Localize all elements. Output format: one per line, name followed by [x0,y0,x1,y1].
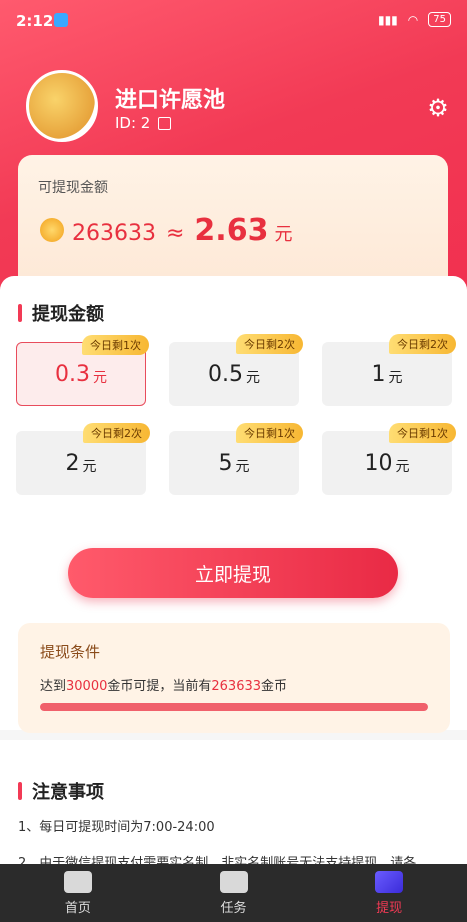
withdraw-option[interactable]: 1 元 今日剩2次 [322,334,456,406]
withdraw-now-button[interactable]: 立即提现 [68,548,398,598]
remaining-badge: 今日剩1次 [82,335,149,355]
status-bar: 2:12 ▮▮▮ ◠ 75 [0,0,467,40]
option-unit: 元 [93,370,107,386]
conditions-mid: 金币可提，当前有 [107,679,212,694]
remaining-badge: 今日剩2次 [83,423,150,443]
notes-section: 注意事项 1、每日可提现时间为7:00-24:00 2、由于微信提现支付需要实名… [0,740,467,871]
user-id-text: ID: 2 [115,114,151,132]
section-marker [18,304,22,322]
system-icons: ▮▮▮ ◠ 75 [378,12,451,27]
conditions-text: 达到30000金币可提，当前有263633金币 [40,675,287,694]
withdraw-option[interactable]: 10 元 今日剩1次 [322,423,456,495]
option-amount: 2 [65,450,80,476]
conditions-suffix: 金币 [261,679,288,694]
user-name: 进口许愿池 [115,88,226,113]
coin-icon [40,218,64,242]
withdraw-conditions-card: 提现条件 达到30000金币可提，当前有263633金币 [18,623,450,733]
tab-label: 任务 [220,900,247,916]
home-icon [63,870,92,893]
conditions-required: 30000 [66,679,108,694]
approx-sign: ≈ [165,221,185,246]
note-item: 1、每日可提现时间为7:00-24:00 [18,820,215,835]
copy-icon[interactable] [158,116,172,130]
remaining-badge: 今日剩2次 [236,334,303,354]
tab-home[interactable]: 首页 [0,864,156,922]
wifi-icon: ◠ [407,12,419,27]
conditions-progress [40,703,428,711]
notes-title-text: 注意事项 [32,782,104,803]
option-unit: 元 [82,459,97,475]
option-unit: 元 [235,459,250,475]
section-marker [18,782,22,800]
balance-card: 可提现金额 263633 ≈ 2.63 元 [18,155,448,290]
option-unit: 元 [388,370,403,386]
option-unit: 元 [246,370,260,386]
withdraw-section-title: 提现金额 [18,300,104,326]
remaining-badge: 今日剩2次 [389,334,456,354]
tab-label: 提现 [376,900,403,916]
conditions-title: 提现条件 [40,643,101,661]
status-time: 2:12 [16,12,54,30]
conditions-prefix: 达到 [40,679,67,694]
option-amount: 5 [218,450,233,476]
tab-label: 首页 [64,900,91,916]
balance-row: 263633 ≈ 2.63 元 [72,213,292,248]
withdraw-option[interactable]: 0.5 元 今日剩2次 [169,334,303,406]
yuan-amount: 2.63 [194,213,269,248]
user-id: ID: 2 [115,114,172,132]
remaining-badge: 今日剩1次 [389,423,456,443]
withdraw-icon [375,870,404,893]
option-amount: 10 [364,450,393,476]
avatar[interactable] [26,70,98,142]
bottom-tab-bar: 首页 任务 提现 [0,864,467,922]
signal-icon: ▮▮▮ [377,12,398,27]
yuan-unit: 元 [274,224,293,245]
option-amount: 0.5 [208,361,243,387]
withdraw-title-text: 提现金额 [32,304,104,325]
tab-withdraw[interactable]: 提现 [311,864,467,922]
remaining-badge: 今日剩1次 [236,423,303,443]
withdraw-option[interactable]: 2 元 今日剩2次 [16,423,150,495]
battery-icon: 75 [428,12,451,27]
app-notification-icon [54,13,68,27]
tab-tasks[interactable]: 任务 [156,864,312,922]
coin-balance: 263633 [72,221,156,246]
option-amount: 0.3 [55,361,90,387]
task-icon [219,870,248,893]
gear-icon[interactable]: ⚙ [426,96,450,120]
option-amount: 1 [371,361,386,387]
notes-title: 注意事项 [18,778,104,804]
withdraw-option[interactable]: 5 元 今日剩1次 [169,423,303,495]
progress-fill [40,703,428,711]
conditions-current: 263633 [211,679,262,694]
balance-label: 可提现金额 [38,180,108,196]
option-unit: 元 [395,459,410,475]
withdraw-option[interactable]: 0.3 元 今日剩1次 [16,335,149,406]
